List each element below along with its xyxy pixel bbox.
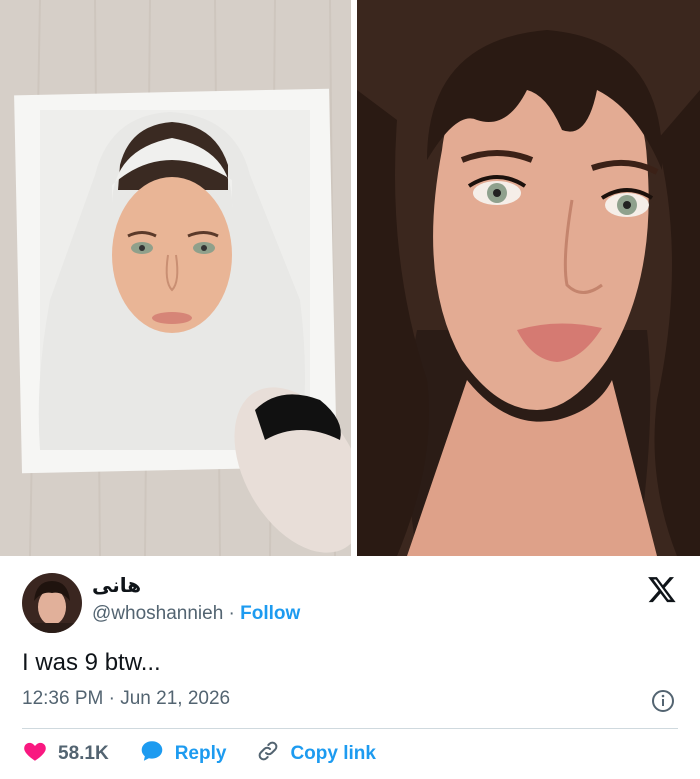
copy-link-label: Copy link — [290, 743, 376, 764]
heart-icon — [22, 738, 58, 770]
reply-button[interactable]: Reply — [139, 738, 227, 770]
link-icon — [256, 739, 290, 769]
follow-button[interactable]: Follow — [240, 603, 300, 624]
like-button[interactable]: 58.1K — [22, 738, 109, 770]
adult-selfie-photo[interactable] — [357, 0, 700, 556]
separator-dot: · — [228, 603, 241, 624]
divider — [22, 728, 678, 729]
like-count: 58.1K — [58, 743, 109, 764]
action-bar: 58.1K Reply Copy link — [22, 740, 406, 768]
reply-label: Reply — [174, 743, 227, 764]
handle-row: @whoshannieh · Follow — [92, 603, 300, 625]
reply-bubble-icon — [139, 738, 175, 770]
display-name[interactable]: هانی — [92, 573, 141, 598]
user-handle[interactable]: @whoshannieh — [92, 603, 223, 624]
copy-link-button[interactable]: Copy link — [256, 739, 376, 769]
timestamp[interactable]: 12:36 PM · Jun 21, 2026 — [22, 688, 230, 710]
info-icon[interactable] — [651, 689, 675, 713]
x-logo-icon[interactable] — [647, 574, 677, 604]
tweet-text: I was 9 btw... — [22, 649, 161, 676]
photo-collage — [0, 0, 700, 556]
avatar[interactable] — [22, 573, 82, 633]
childhood-passport-photo[interactable] — [0, 0, 351, 556]
